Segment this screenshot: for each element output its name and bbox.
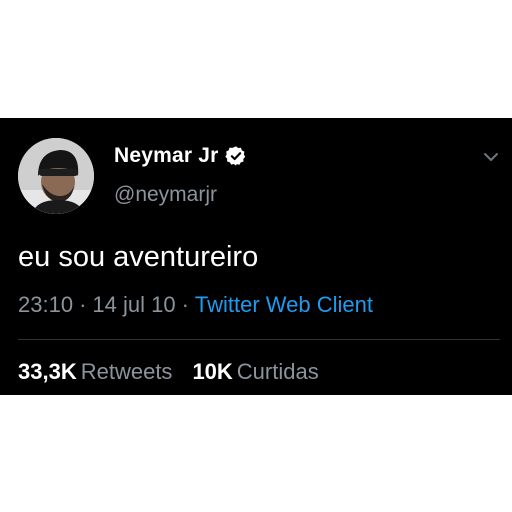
author-display-name[interactable]: Neymar Jr (114, 144, 219, 168)
profile-photo-icon (18, 138, 94, 214)
divider (18, 339, 500, 340)
retweets-label: Retweets (80, 359, 173, 384)
likes-label: Curtidas (236, 359, 319, 384)
meta-separator: · (79, 292, 87, 317)
avatar[interactable] (18, 138, 94, 214)
tweet-date[interactable]: 14 jul 10 (92, 292, 175, 317)
tweet-client-link[interactable]: Twitter Web Client (195, 292, 373, 317)
tweet-time[interactable]: 23:10 (18, 292, 73, 317)
tweet-meta: 23:10 · 14 jul 10 · Twitter Web Client (18, 292, 373, 318)
chevron-down-icon (484, 153, 498, 161)
likes-stat[interactable]: 10K Curtidas (192, 359, 318, 385)
tweet-card: Neymar Jr @neymarjr eu sou aventureiro 2… (0, 118, 512, 395)
likes-count: 10K (192, 359, 233, 384)
author-name-row[interactable]: Neymar Jr (114, 144, 247, 168)
verified-badge-icon (224, 146, 245, 166)
meta-separator: · (181, 292, 189, 317)
author-handle[interactable]: @neymarjr (114, 183, 217, 207)
tweet-menu-button[interactable] (482, 148, 500, 166)
tweet-stats: 33,3K Retweets 10K Curtidas (18, 359, 319, 385)
tweet-text: eu sou aventureiro (18, 241, 259, 273)
retweets-stat[interactable]: 33,3K Retweets (18, 359, 172, 385)
retweets-count: 33,3K (18, 359, 77, 384)
